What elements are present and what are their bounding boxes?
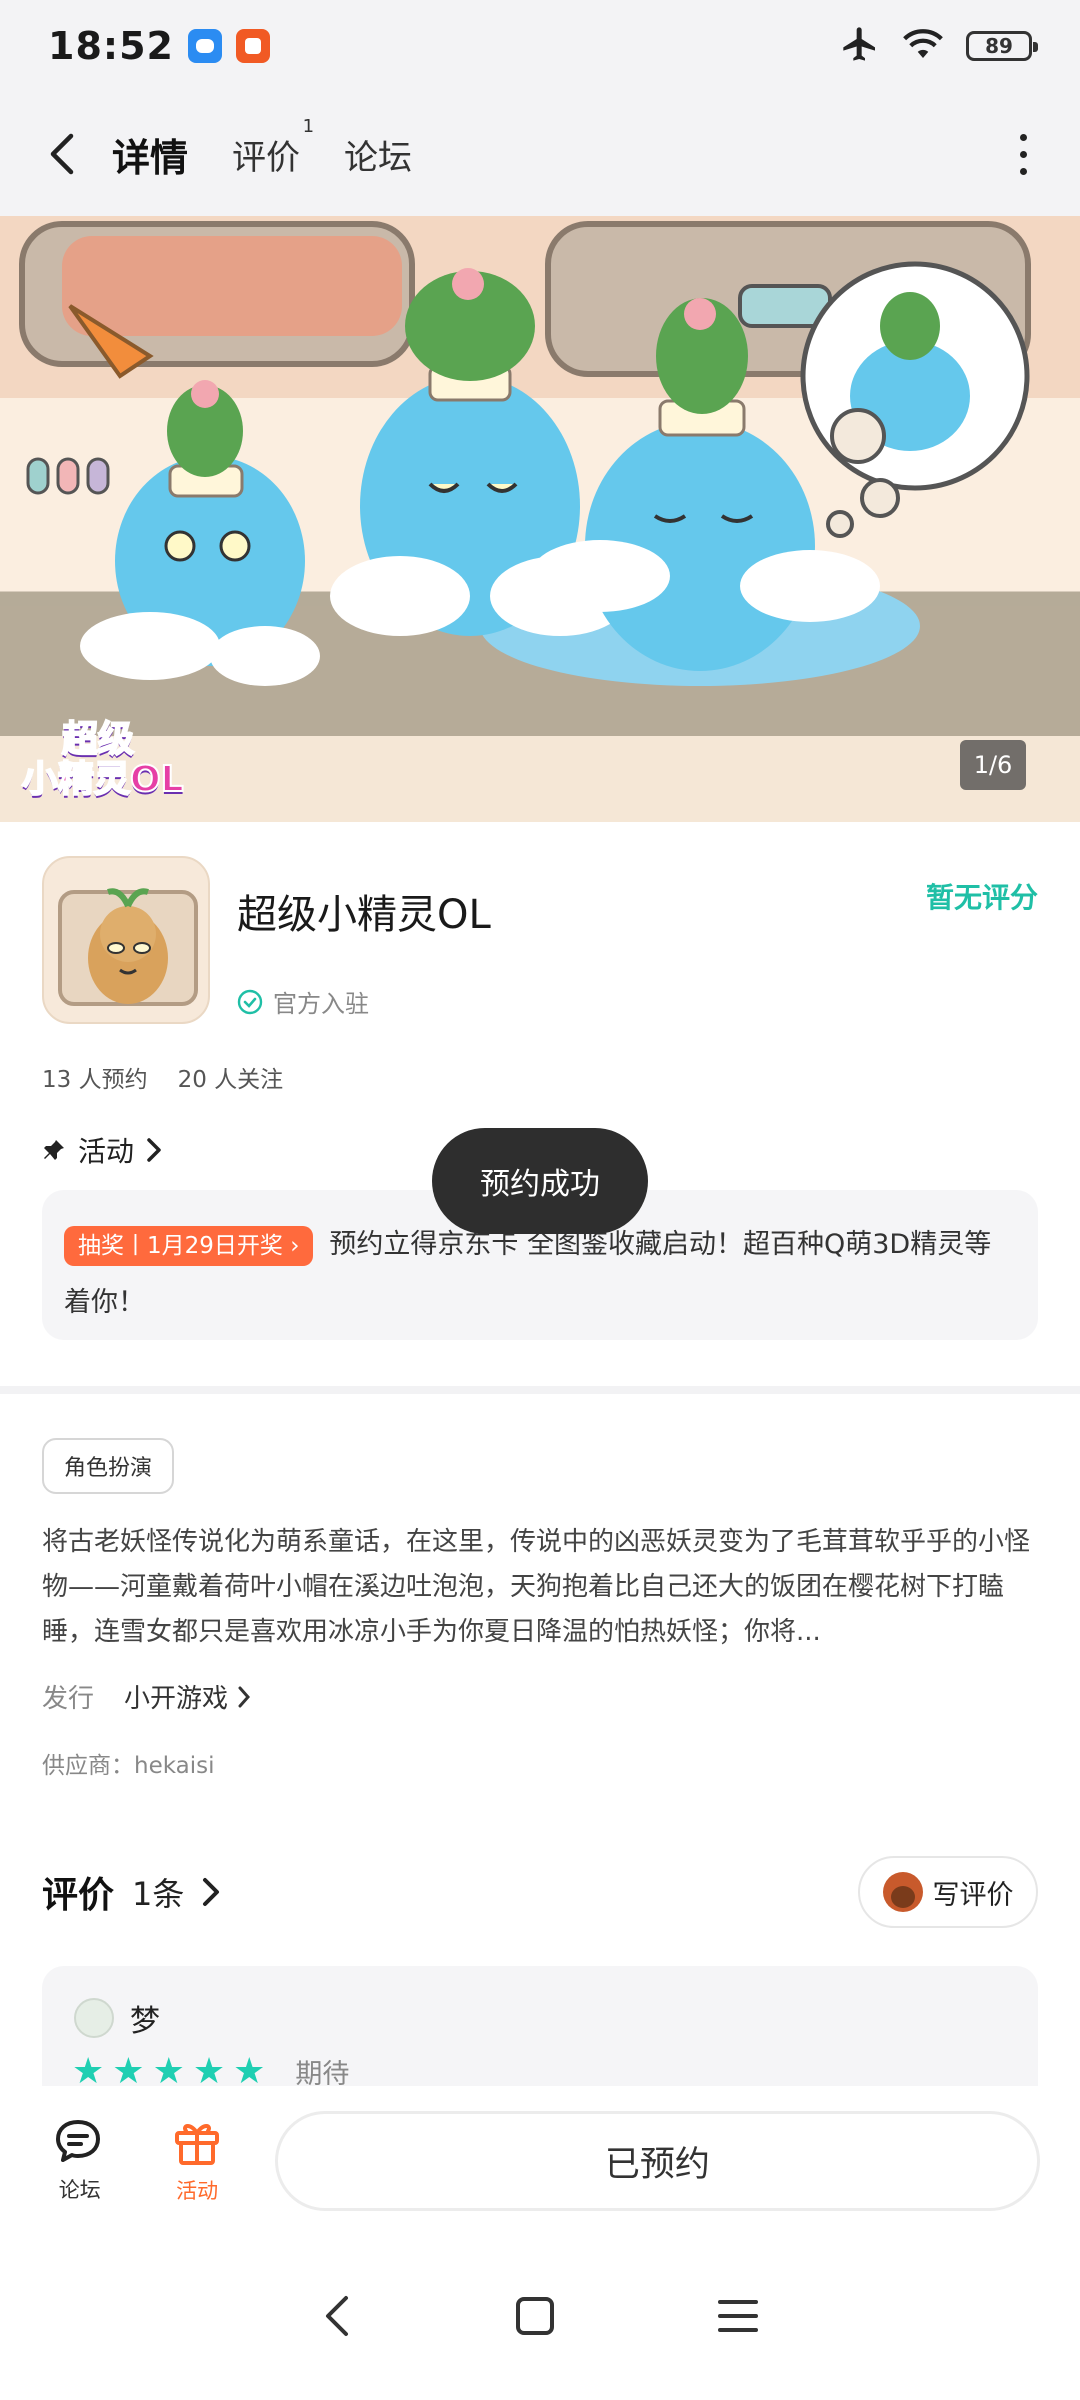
game-stats: 13 人预约 20 人关注 [42,1060,283,1094]
more-options-button[interactable] [1008,124,1038,184]
review-card[interactable]: 梦 ★ ★ ★ ★ ★ 期待 [42,1966,1038,2086]
reservation-count: 13 人预约 [42,1067,148,1093]
status-time: 18:52 [48,24,174,68]
screenshot-carousel[interactable]: 超级 小精灵OL 1/6 [0,216,1080,822]
chat-app-icon [187,29,222,63]
star-icon: ★ [72,2050,105,2086]
publisher-row[interactable]: 发行 小开游戏 [42,1678,251,1715]
app-notification-icon [235,29,270,63]
star-icon: ★ [192,2050,226,2086]
tab-forum[interactable]: 论坛 [344,124,412,185]
game-logo-banner: 超级 小精灵OL [21,719,185,801]
game-app-icon [42,856,210,1024]
star-icon: ★ [112,2050,145,2086]
reviews-title: 评价 [42,1875,115,1916]
lottery-tag: 抽奖丨1月29日开奖 › [64,1225,314,1266]
activity-header[interactable]: 活动 [42,1130,162,1170]
follower-count: 20 人关注 [177,1067,284,1093]
system-home-icon[interactable] [515,2296,555,2340]
publisher-name[interactable]: 小开游戏 [124,1678,251,1715]
review-username: 梦 [130,2004,160,2039]
bottom-activity-button[interactable]: 活动 [157,2117,236,2205]
check-circle-icon [237,989,263,1014]
status-bar: 18:52 89 [0,0,1080,92]
review-label: 期待 [295,2059,350,2086]
bottom-forum-button[interactable]: 论坛 [40,2118,119,2204]
forum-chat-icon [55,2120,100,2162]
tab-reviews[interactable]: 评价 1 [232,116,314,185]
system-back-icon[interactable] [322,2294,352,2342]
supplier-text: 供应商：hekaisi [42,1753,215,1779]
tab-reviews-badge: 1 [302,115,315,137]
game-title: 超级小精灵OL [237,892,491,938]
star-icon: ★ [152,2050,185,2086]
review-user: 梦 [74,1996,160,2040]
tab-details[interactable]: 详情 [107,121,193,188]
game-description[interactable]: 将古老妖怪传说化为萌系童话，在这里，传说中的凶恶妖灵变为了毛茸茸软乎乎的小怪物—… [42,1520,1038,1655]
system-nav-bar [0,2236,1080,2400]
back-arrow-icon [50,133,74,175]
genre-tag[interactable]: 角色扮演 [42,1438,175,1494]
reserved-button[interactable]: 已预约 [274,2111,1040,2211]
chevron-right-icon [203,1878,220,1906]
section-divider [0,1386,1080,1394]
system-menu-icon[interactable] [718,2298,759,2338]
review-rating: ★ ★ ★ ★ ★ 期待 [72,2052,349,2086]
bottom-action-bar: 论坛 活动 已预约 [0,2086,1080,2236]
avatar[interactable] [74,1998,114,2038]
reviews-count: 1条 [132,1875,185,1913]
wifi-icon [902,26,944,66]
pin-icon [44,1140,64,1160]
gift-icon [175,2124,220,2165]
battery-indicator: 89 [966,31,1038,61]
star-icon: ★ [233,2050,266,2086]
chevron-right-icon [238,1686,251,1707]
official-badge: 官方入驻 [237,984,369,1019]
top-nav: 详情 评价 1 论坛 [0,92,1080,216]
back-button[interactable] [42,124,82,184]
reviews-header[interactable]: 评价 1条 [42,1866,220,1918]
airplane-mode-icon [840,24,880,68]
user-avatar-icon [882,1872,923,1912]
carousel-counter: 1/6 [960,740,1026,790]
chevron-right-icon [147,1138,161,1162]
write-review-button[interactable]: 写评价 [858,1856,1038,1928]
rating-status: 暂无评分 [925,881,1038,914]
publisher-label: 发行 [42,1684,95,1714]
toast-message: 预约成功 [432,1128,648,1234]
